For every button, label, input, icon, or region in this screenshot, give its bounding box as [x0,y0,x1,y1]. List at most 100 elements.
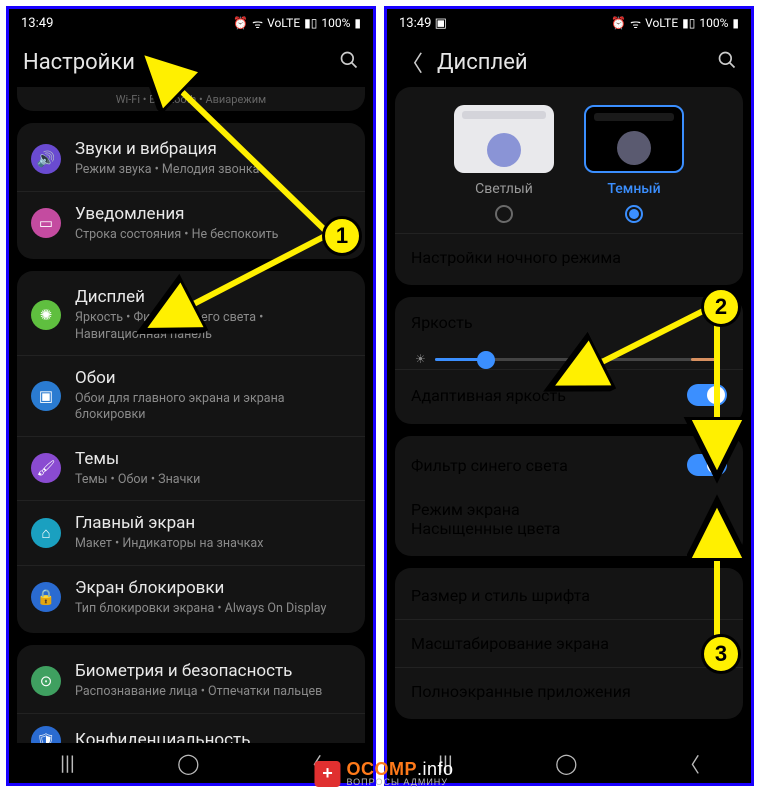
annotation-badge-2: 2 [701,287,741,327]
biometric-icon: ⊙ [31,666,61,696]
adaptive-brightness-label: Адаптивная яркость [411,386,566,405]
row-biometrics[interactable]: ⊙ Биометрия и безопасность Распознавание… [17,649,365,714]
brightness-card: Яркость ☀ Адаптивная яркость [395,297,743,424]
row-sub: Яркость • Фильтр синего света • Навигаци… [75,310,351,343]
row-label: Обои [75,368,351,389]
alarm-icon: ⏰ [611,16,626,30]
night-mode-settings[interactable]: Настройки ночного режима [411,248,621,267]
row-themes[interactable]: 🖌 Темы Темы • Обои • Значки [17,437,365,502]
brightness-label: Яркость [411,313,727,332]
adaptive-brightness-toggle[interactable] [687,384,727,406]
group-security: ⊙ Биометрия и безопасность Распознавание… [17,645,365,743]
theme-dark-radio[interactable] [625,205,643,223]
sound-icon: 🔊 [31,144,61,174]
theme-light-option[interactable]: Светлый [454,105,554,223]
bluefilter-label: Фильтр синего света [411,456,568,475]
watermark: + OCOMP.info ВОПРОСЫ АДМИНУ [314,760,453,787]
row-label: Уведомления [75,204,351,225]
bluefilter-toggle[interactable] [687,454,727,476]
theme-card: Светлый Темный Настройки ночного режима [395,87,743,285]
battery-icon: ▮ [354,16,361,30]
privacy-icon: 🛡 [31,726,61,744]
group-display: ✺ Дисплей Яркость • Фильтр синего света … [17,271,365,633]
home-button[interactable]: ◯ [177,751,199,775]
signal-icon: ▮▯ [304,16,317,30]
volte-icon: VoLTE [645,16,678,30]
home-button[interactable]: ◯ [555,751,577,775]
display-screen: 13:49 ▣ ⏰ ᯤ VoLTE ▮▯ 100% ▮ 〈 Дисплей [384,6,754,786]
row-sound[interactable]: 🔊 Звуки и вибрация Режим звука • Мелодия… [17,127,365,192]
theme-dark-preview [584,105,684,173]
alarm-icon: ⏰ [233,16,248,30]
battery-text: 100% [321,16,350,30]
status-bar: 13:49 ▣ ⏰ ᯤ VoLTE ▮▯ 100% ▮ [387,9,751,37]
row-sub: Макет • Индикаторы на значках [75,536,351,552]
screen-zoom-row[interactable]: Масштабирование экрана [411,634,609,653]
row-sub: Тип блокировки экрана • Always On Displa… [75,601,351,617]
screenmode-label: Режим экрана [411,500,727,519]
theme-dark-label: Темный [607,181,660,197]
sun-icon: ☀ [415,352,426,366]
settings-content[interactable]: Wi-Fi • Bluetooth • Авиарежим 🔊 Звуки и … [9,87,373,743]
lock-icon: 🔒 [31,582,61,612]
row-sub: Режим звука • Мелодия звонка [75,162,351,178]
row-sub: Темы • Обои • Значки [75,472,351,488]
notif-icon: ▭ [31,208,61,238]
wallpaper-icon: ▣ [31,381,61,411]
annotation-badge-1: 1 [322,216,362,256]
battery-icon: ▮ [732,16,739,30]
fullscreen-apps-row[interactable]: Полноэкранные приложения [411,682,631,701]
volte-icon: VoLTE [267,16,300,30]
row-display[interactable]: ✺ Дисплей Яркость • Фильтр синего света … [17,275,365,356]
row-home[interactable]: ⌂ Главный экран Макет • Индикаторы на зн… [17,501,365,566]
theme-light-radio[interactable] [495,205,513,223]
row-label: Дисплей [75,287,351,308]
watermark-flag-icon: + [314,761,340,787]
size-card: Размер и стиль шрифта Масштабирование эк… [395,568,743,719]
home-icon: ⌂ [31,518,61,548]
row-wallpaper[interactable]: ▣ Обои Обои для главного экрана и экрана… [17,356,365,437]
theme-light-preview [454,105,554,173]
wifi-icon: ᯤ [252,15,263,32]
themes-icon: 🖌 [31,453,61,483]
brightness-slider[interactable]: ☀ [411,332,727,369]
annotation-badge-3: 3 [701,634,741,674]
status-right: ⏰ ᯤ VoLTE ▮▯ 100% ▮ [611,15,739,32]
status-time: 13:49 [21,16,53,31]
connections-row-truncated[interactable]: Wi-Fi • Bluetooth • Авиарежим [17,87,365,111]
settings-screen: 13:49 ⏰ ᯤ VoLTE ▮▯ 100% ▮ Настройки Wi-F… [6,6,376,786]
screenmode-value: Насыщенные цвета [411,519,727,538]
status-right: ⏰ ᯤ VoLTE ▮▯ 100% ▮ [233,15,361,32]
theme-light-label: Светлый [475,181,533,197]
battery-text: 100% [699,16,728,30]
row-label: Биометрия и безопасность [75,661,351,682]
row-label: Звуки и вибрация [75,139,351,160]
row-label: Главный экран [75,513,351,534]
row-sub: Распознавание лица • Отпечатки пальцев [75,684,351,700]
display-header: 〈 Дисплей [387,37,751,87]
theme-dark-option[interactable]: Темный [584,105,684,223]
color-card: Фильтр синего света Режим экрана Насыщен… [395,436,743,556]
wifi-icon: ᯤ [630,15,641,32]
page-title: Настройки [23,50,339,75]
font-size-row[interactable]: Размер и стиль шрифта [411,586,590,605]
signal-icon: ▮▯ [682,16,695,30]
screen-mode-row[interactable]: Режим экрана Насыщенные цвета [395,490,743,552]
status-bar: 13:49 ⏰ ᯤ VoLTE ▮▯ 100% ▮ [9,9,373,37]
search-icon[interactable] [717,50,737,75]
back-button[interactable]: 〈 [680,749,700,778]
page-title: Дисплей [437,50,717,75]
row-privacy[interactable]: 🛡 Конфиденциальность [17,714,365,744]
row-label: Темы [75,449,351,470]
row-notifications[interactable]: ▭ Уведомления Строка состояния • Не бесп… [17,192,365,256]
display-content[interactable]: Светлый Темный Настройки ночного режима [387,87,751,743]
row-sub: Обои для главного экрана и экрана блокир… [75,391,351,424]
settings-header: Настройки [9,37,373,87]
recent-apps-button[interactable]: ||| [60,751,75,775]
display-icon: ✺ [31,300,61,330]
search-icon[interactable] [339,50,359,75]
row-sub: Строка состояния • Не беспокоить [75,227,351,243]
back-icon[interactable]: 〈 [401,46,423,78]
group-sound-notif: 🔊 Звуки и вибрация Режим звука • Мелодия… [17,123,365,259]
row-lockscreen[interactable]: 🔒 Экран блокировки Тип блокировки экрана… [17,566,365,630]
